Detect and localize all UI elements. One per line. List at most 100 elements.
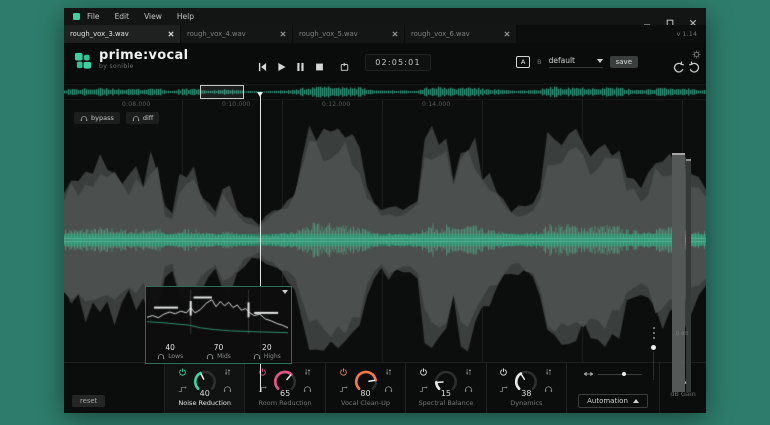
band-value[interactable]: 70 <box>194 343 242 352</box>
save-preset-button[interactable]: save <box>610 56 638 68</box>
menu-bar: File Edit View Help <box>87 12 194 21</box>
timeline-ruler: 0:08.000 0:10.000 0:12.000 0:14.000 <box>64 99 706 110</box>
vertical-zoom-handle[interactable] <box>651 345 656 350</box>
module-automation-icon[interactable] <box>499 385 508 393</box>
module-power-button[interactable] <box>178 368 187 376</box>
horizontal-zoom-slider[interactable] <box>584 371 642 377</box>
ab-compare-a-button[interactable]: A <box>516 56 530 68</box>
overview-strip[interactable] <box>64 85 706 99</box>
bypass-label: bypass <box>91 114 114 122</box>
gain-meter-bar[interactable] <box>672 153 685 392</box>
module-power-button[interactable] <box>499 368 508 376</box>
preset-dropdown[interactable]: default <box>549 56 603 68</box>
horizontal-arrows-icon <box>584 371 593 377</box>
automation-button[interactable]: Automation <box>578 394 648 408</box>
module-label: Dynamics <box>510 399 542 407</box>
module-label: Room Reduction <box>259 399 312 407</box>
app-icon <box>73 13 80 20</box>
pause-button[interactable] <box>296 57 305 76</box>
time-display: 02:05:01 <box>365 54 431 71</box>
module-automation-icon[interactable] <box>178 385 187 393</box>
module-strip: reset <box>64 362 706 413</box>
module-headphones-icon[interactable] <box>223 385 232 393</box>
module-label: Noise Reduction <box>178 399 231 407</box>
menu-help[interactable]: Help <box>177 12 194 21</box>
module-vocal-clean-up: 80 Vocal Clean-Up <box>325 363 405 413</box>
loop-button[interactable] <box>340 57 349 76</box>
module-automation-icon[interactable] <box>419 385 428 393</box>
gain-fader[interactable]: 0 dB <box>672 153 692 392</box>
module-spectral-balance: 15 Spectral Balance <box>405 363 485 413</box>
module-value: 38 <box>521 389 531 398</box>
spectrum-display[interactable] <box>147 290 288 334</box>
module-power-button[interactable] <box>419 368 428 376</box>
reset-button[interactable]: reset <box>72 395 105 407</box>
chevron-up-icon <box>633 399 639 403</box>
tab-label: rough_vox_3.wav <box>70 30 129 38</box>
app-window: File Edit View Help rough_vox_3.wav roug… <box>64 8 706 410</box>
settings-gear-icon[interactable] <box>692 44 701 63</box>
vertical-zoom-slider[interactable] <box>649 324 658 394</box>
module-label: Vocal Clean-Up <box>341 399 390 407</box>
module-label: Spectral Balance <box>419 399 474 407</box>
headphones-icon <box>80 115 88 122</box>
tab-bar: rough_vox_3.wav rough_vox_4.wav rough_vo… <box>64 25 706 43</box>
panel-collapse-icon[interactable] <box>282 290 288 294</box>
bypass-monitor-button[interactable]: bypass <box>74 112 120 124</box>
tab-file-2[interactable]: rough_vox_4.wav <box>181 25 293 43</box>
ab-compare-b-button[interactable]: B <box>537 58 541 66</box>
undo-button[interactable] <box>672 58 685 77</box>
horizontal-zoom-handle[interactable] <box>622 372 626 376</box>
band-label: Lows <box>168 353 183 360</box>
skip-to-start-button[interactable] <box>258 57 267 76</box>
module-headphones-icon[interactable] <box>303 385 312 393</box>
headphones-icon <box>132 115 140 122</box>
play-button[interactable] <box>277 57 286 76</box>
band-lows: 40 Lows <box>146 343 194 360</box>
menu-file[interactable]: File <box>87 12 100 21</box>
timeline-label: 0:10.000 <box>222 101 250 108</box>
module-settings-sliders-icon[interactable] <box>464 368 473 376</box>
titlebar: File Edit View Help <box>64 8 706 25</box>
module-headphones-icon[interactable] <box>464 385 473 393</box>
tab-file-3[interactable]: rough_vox_5.wav <box>293 25 405 43</box>
menu-edit[interactable]: Edit <box>115 12 130 21</box>
stop-button[interactable] <box>315 57 324 76</box>
band-label: Highs <box>264 353 281 360</box>
preset-controls: A B default save <box>516 56 638 68</box>
diff-monitor-button[interactable]: diff <box>126 112 159 124</box>
menu-view[interactable]: View <box>144 12 162 21</box>
module-settings-sliders-icon[interactable] <box>544 368 553 376</box>
headphones-icon[interactable] <box>206 353 214 360</box>
tab-close-icon[interactable] <box>504 31 510 37</box>
app-subtitle: by sonible <box>99 63 188 70</box>
overview-selection[interactable] <box>200 85 244 99</box>
tab-label: rough_vox_5.wav <box>299 30 358 38</box>
module-settings-sliders-icon[interactable] <box>223 368 232 376</box>
sonible-logo-icon <box>74 51 93 70</box>
module-headphones-icon[interactable] <box>384 385 393 393</box>
headphones-icon[interactable] <box>253 353 261 360</box>
toolbar: prime:vocal by sonible 02:05:01 A B defa… <box>64 43 706 85</box>
module-headphones-icon[interactable] <box>544 385 553 393</box>
band-mids: 70 Mids <box>194 343 242 360</box>
tab-file-4[interactable]: rough_vox_6.wav <box>405 25 517 43</box>
tab-close-icon[interactable] <box>280 31 286 37</box>
brand: prime:vocal by sonible <box>74 49 188 70</box>
module-power-button[interactable] <box>339 368 348 376</box>
band-value[interactable]: 40 <box>146 343 194 352</box>
module-automation-icon[interactable] <box>339 385 348 393</box>
version-label: v 1.14 <box>677 30 706 38</box>
tab-file-1[interactable]: rough_vox_3.wav <box>64 25 181 43</box>
tab-close-icon[interactable] <box>168 31 174 37</box>
timeline-label: 0:12.000 <box>322 101 350 108</box>
tab-close-icon[interactable] <box>392 31 398 37</box>
module-settings-sliders-icon[interactable] <box>303 368 312 376</box>
modules: 40 Noise Reduction <box>164 363 566 413</box>
module-noise-reduction: 40 Noise Reduction <box>164 363 244 413</box>
headphones-icon[interactable] <box>157 353 165 360</box>
gain-meter-bar-secondary <box>686 159 691 392</box>
overview-waveform[interactable] <box>64 85 706 99</box>
module-settings-sliders-icon[interactable] <box>384 368 393 376</box>
band-value[interactable]: 20 <box>243 343 291 352</box>
